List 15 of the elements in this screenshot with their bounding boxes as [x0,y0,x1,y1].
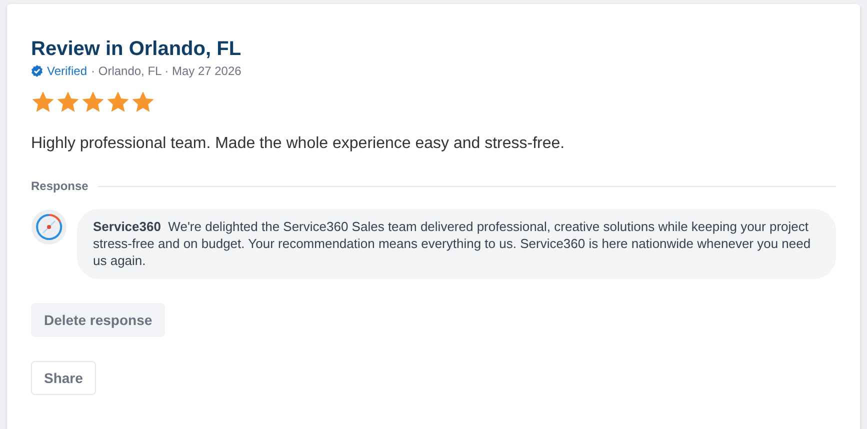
response-heading: Response [31,179,88,193]
share-button[interactable]: Share [31,361,96,395]
star-icon [131,90,155,114]
review-text: Highly professional team. Made the whole experience easy and stress-free. [31,135,566,153]
star-icon [81,90,105,114]
star-icon [106,90,130,114]
response-message: Service360 We're delighted the Service360 Sales team delivered professional, creative solutions while keeping your project stress-free and on budget. Your recommendation means everything to us. Service360 is here nationwide whenever you need us again. [77,209,836,279]
star-icon [31,90,55,114]
delete-button[interactable]: Delete response [31,303,166,337]
review-meta: · Orlando, FL · May 27 2026 [91,64,242,78]
company-logo-icon [31,209,67,245]
review-title: Review in Orlando, FL [31,38,242,61]
verified-label: Verified [47,64,88,78]
verified-badge-icon [31,65,43,77]
star-icon [56,90,80,114]
